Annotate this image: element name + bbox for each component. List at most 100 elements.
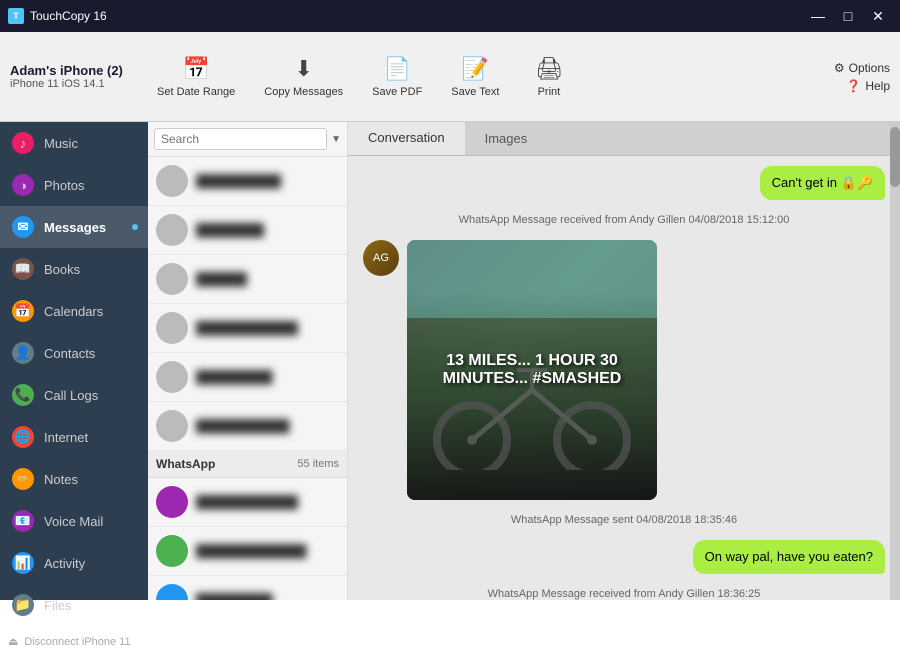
contact-name: ████████ — [196, 223, 264, 237]
help-button[interactable]: ❓ Help — [846, 79, 890, 93]
sidebar-item-calendars[interactable]: 📅 Calendars — [0, 290, 148, 332]
device-sub: iPhone 11 iOS 14.1 — [10, 78, 130, 90]
sidebar-item-music[interactable]: ♪ Music — [0, 122, 148, 164]
avatar — [156, 410, 188, 442]
print-button[interactable]: 🖨 Print — [516, 51, 581, 103]
close-button[interactable]: ✕ — [864, 2, 892, 30]
sidebar: ♪ Music ◑ Photos ✉ Messages 📖 Books 📅 Ca… — [0, 122, 148, 600]
contact-list: ██████████ ████████ ██████ ████████████ … — [148, 157, 347, 600]
list-item[interactable]: ████████████ — [148, 478, 347, 527]
toolbar-right: ⚙ Options ❓ Help — [834, 61, 890, 93]
help-label: Help — [865, 79, 890, 93]
title-bar-left: T TouchCopy 16 — [8, 8, 107, 24]
sidebar-label-internet: Internet — [44, 430, 88, 445]
search-input[interactable] — [154, 128, 327, 150]
list-item[interactable]: █████████ — [148, 576, 347, 600]
sidebar-label-activity: Activity — [44, 556, 85, 571]
disconnect-icon: ⏏ — [8, 635, 18, 648]
list-item[interactable]: ██████████ — [148, 157, 347, 206]
minimize-button[interactable]: — — [804, 2, 832, 30]
message-list-panel: ▼ ██████████ ████████ ██████ ███████████… — [148, 122, 348, 600]
set-date-range-button[interactable]: 📅 Set Date Range — [145, 51, 247, 103]
save-pdf-label: Save PDF — [372, 86, 422, 98]
toolbar: Adam's iPhone (2) iPhone 11 iOS 14.1 📅 S… — [0, 32, 900, 122]
voicemail-icon: 📧 — [12, 510, 34, 532]
save-text-button[interactable]: 📝 Save Text — [439, 51, 511, 103]
sidebar-item-internet[interactable]: 🌐 Internet — [0, 416, 148, 458]
photos-icon: ◑ — [12, 174, 34, 196]
message-text: Can't get in 🔒🔑 — [772, 175, 873, 190]
avatar — [156, 214, 188, 246]
sidebar-label-contacts: Contacts — [44, 346, 95, 361]
list-item[interactable]: ████████ — [148, 206, 347, 255]
save-text-label: Save Text — [451, 86, 499, 98]
message-row-sent-2: On way pal, have you eaten? — [363, 540, 885, 574]
image-overlay-text: 13 MILES... 1 HOUR 30 MINUTES... #SMASHE… — [407, 342, 657, 398]
maximize-button[interactable]: □ — [834, 2, 862, 30]
sidebar-label-notes: Notes — [44, 472, 78, 487]
sidebar-item-photos[interactable]: ◑ Photos — [0, 164, 148, 206]
messages-area: Can't get in 🔒🔑 WhatsApp Message receive… — [348, 156, 900, 600]
sidebar-label-calllogs: Call Logs — [44, 388, 98, 403]
sidebar-item-files[interactable]: 📁 Files — [0, 584, 148, 626]
calllogs-icon: 📞 — [12, 384, 34, 406]
list-item[interactable]: ████████████ — [148, 304, 347, 353]
text-icon: 📝 — [462, 56, 489, 82]
contact-name: █████████████ — [196, 544, 307, 558]
message-info-1: WhatsApp Message received from Andy Gill… — [363, 214, 885, 226]
copy-messages-label: Copy Messages — [264, 86, 343, 98]
search-bar: ▼ — [148, 122, 347, 157]
sidebar-label-books: Books — [44, 262, 80, 277]
list-item[interactable]: ██████ — [148, 255, 347, 304]
copy-messages-button[interactable]: ⬇ Copy Messages — [252, 51, 355, 103]
contact-name: ███████████ — [196, 419, 290, 433]
avatar — [156, 584, 188, 600]
message-text-2: On way pal, have you eaten? — [705, 549, 873, 564]
contact-name: ██████ — [196, 272, 247, 286]
gear-icon: ⚙ — [834, 61, 845, 75]
list-item[interactable]: █████████ — [148, 353, 347, 402]
message-info-3: WhatsApp Message received from Andy Gill… — [363, 588, 885, 600]
sidebar-item-messages[interactable]: ✉ Messages — [0, 206, 148, 248]
main-layout: ♪ Music ◑ Photos ✉ Messages 📖 Books 📅 Ca… — [0, 122, 900, 600]
set-date-range-label: Set Date Range — [157, 86, 235, 98]
contact-name: █████████ — [196, 370, 273, 384]
sidebar-item-activity[interactable]: 📊 Activity — [0, 542, 148, 584]
sender-avatar: AG — [363, 240, 399, 276]
avatar — [156, 486, 188, 518]
avatar — [156, 165, 188, 197]
sidebar-label-voicemail: Voice Mail — [44, 514, 103, 529]
conversation-tabs: Conversation Images — [348, 122, 900, 156]
contact-name: █████████ — [196, 593, 273, 600]
contact-name: ████████████ — [196, 495, 298, 509]
options-button[interactable]: ⚙ Options — [834, 61, 890, 75]
messages-icon: ✉ — [12, 216, 34, 238]
help-icon: ❓ — [846, 79, 861, 93]
sidebar-item-books[interactable]: 📖 Books — [0, 248, 148, 290]
whatsapp-image: 13 MILES... 1 HOUR 30 MINUTES... #SMASHE… — [407, 240, 657, 500]
notes-icon: ✏ — [12, 468, 34, 490]
print-icon: 🖨 — [535, 56, 563, 82]
scrollbar-track[interactable] — [890, 122, 900, 600]
contacts-icon: 👤 — [12, 342, 34, 364]
avatar — [156, 312, 188, 344]
sidebar-item-contacts[interactable]: 👤 Contacts — [0, 332, 148, 374]
list-item[interactable]: ███████████ — [148, 402, 347, 451]
sidebar-item-notes[interactable]: ✏ Notes — [0, 458, 148, 500]
search-dropdown-icon[interactable]: ▼ — [331, 134, 341, 145]
activity-icon: 📊 — [12, 552, 34, 574]
sidebar-item-voicemail[interactable]: 📧 Voice Mail — [0, 500, 148, 542]
scrollbar-thumb[interactable] — [890, 127, 900, 187]
sidebar-item-calllogs[interactable]: 📞 Call Logs — [0, 374, 148, 416]
internet-icon: 🌐 — [12, 426, 34, 448]
messages-dot — [132, 224, 138, 230]
options-label: Options — [849, 61, 890, 75]
tab-conversation[interactable]: Conversation — [348, 122, 465, 155]
disconnect-button[interactable]: ⏏ Disconnect iPhone 11 — [0, 626, 148, 656]
list-item[interactable]: █████████████ — [148, 527, 347, 576]
message-row-sent-1: Can't get in 🔒🔑 — [363, 166, 885, 200]
window-controls[interactable]: — □ ✕ — [804, 2, 892, 30]
message-bubble-sent-2: On way pal, have you eaten? — [693, 540, 885, 574]
save-pdf-button[interactable]: 📄 Save PDF — [360, 51, 434, 103]
tab-images[interactable]: Images — [465, 122, 548, 155]
